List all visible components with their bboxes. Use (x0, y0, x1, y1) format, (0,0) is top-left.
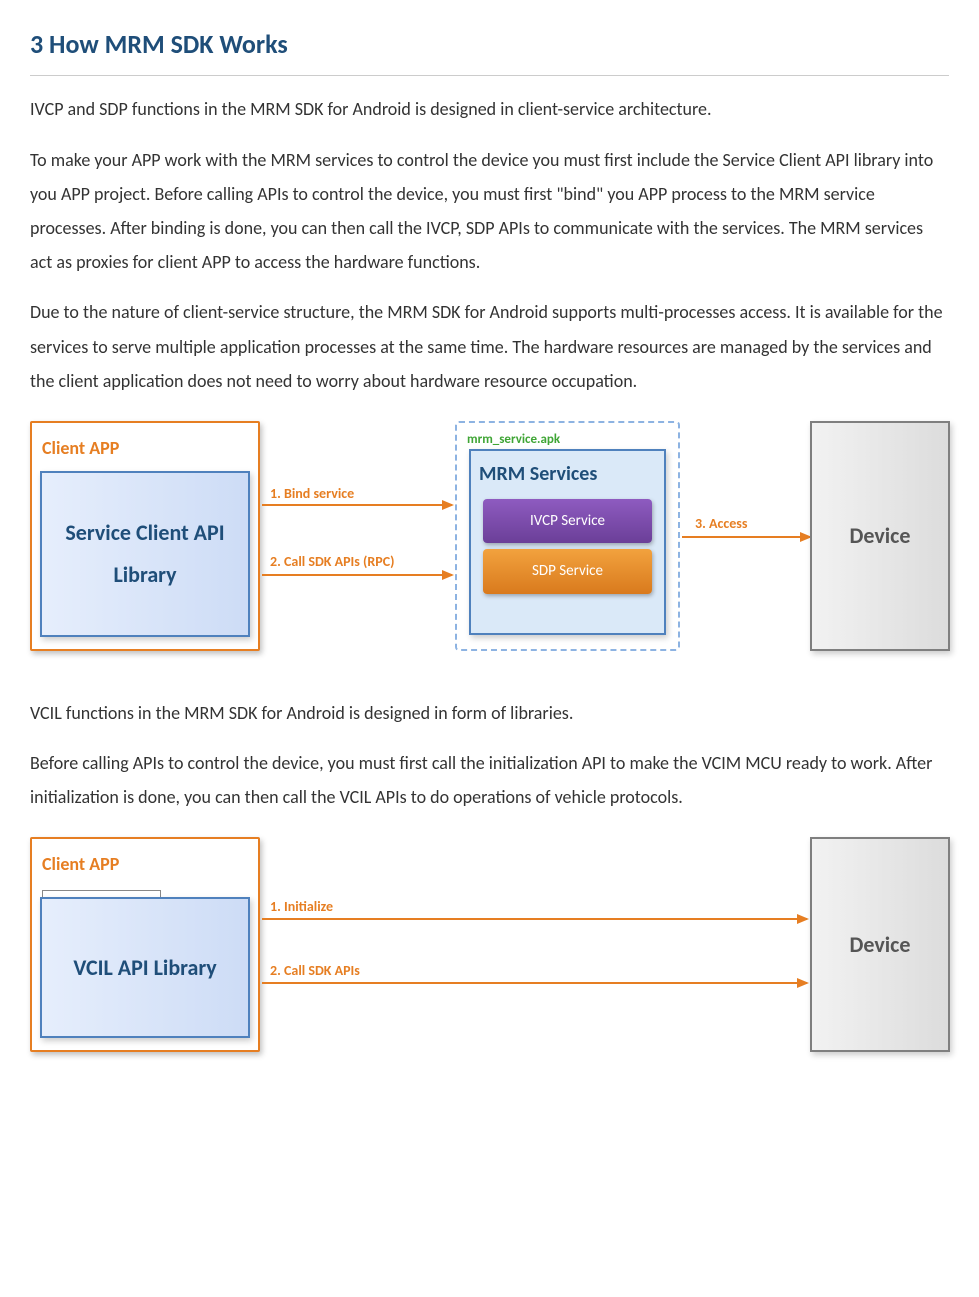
arrow-initialize (262, 918, 807, 920)
client-app-box: Client APP MrmServiceClientAPI.jar Servi… (30, 421, 260, 651)
section-heading: 3 How MRM SDK Works (30, 20, 949, 76)
device-box-2: Device (810, 837, 950, 1052)
mrm-services-title: MRM Services (479, 455, 656, 493)
arrow-bind-service (262, 504, 452, 506)
paragraph-usage: To make your APP work with the MRM servi… (30, 143, 949, 280)
client-app-box-2: Client APP MrmServiceClientAPI.jar VCIL … (30, 837, 260, 1052)
device-box: Device (810, 421, 950, 651)
service-client-api-library-box: Service Client API Library (40, 471, 250, 637)
paragraph-intro: IVCP and SDP functions in the MRM SDK fo… (30, 92, 949, 126)
architecture-diagram-2: Client APP MrmServiceClientAPI.jar VCIL … (30, 832, 949, 1062)
client-app-title-2: Client APP (42, 847, 248, 881)
apk-container: mrm_service.apk MRM Services IVCP Servic… (455, 421, 680, 651)
paragraph-vcil-usage: Before calling APIs to control the devic… (30, 746, 949, 814)
arrow-label-call-sdk: 2. Call SDK APIs (270, 958, 360, 985)
arrow-label-initialize: 1. Initialize (270, 894, 333, 921)
architecture-diagram-1: Client APP MrmServiceClientAPI.jar Servi… (30, 416, 949, 676)
ivcp-service-chip: IVCP Service (483, 499, 652, 544)
vcil-api-library-box: VCIL API Library (40, 897, 250, 1038)
mrm-services-box: MRM Services IVCP Service SDP Service (469, 449, 666, 635)
sdp-service-chip: SDP Service (483, 549, 652, 594)
paragraph-vcil-intro: VCIL functions in the MRM SDK for Androi… (30, 696, 949, 730)
paragraph-multiproc: Due to the nature of client-service stru… (30, 295, 949, 398)
arrow-label-access: 3. Access (695, 511, 747, 538)
client-app-title: Client APP (42, 431, 248, 465)
arrow-access (682, 536, 810, 538)
arrow-label-call: 2. Call SDK APIs (RPC) (270, 549, 395, 576)
